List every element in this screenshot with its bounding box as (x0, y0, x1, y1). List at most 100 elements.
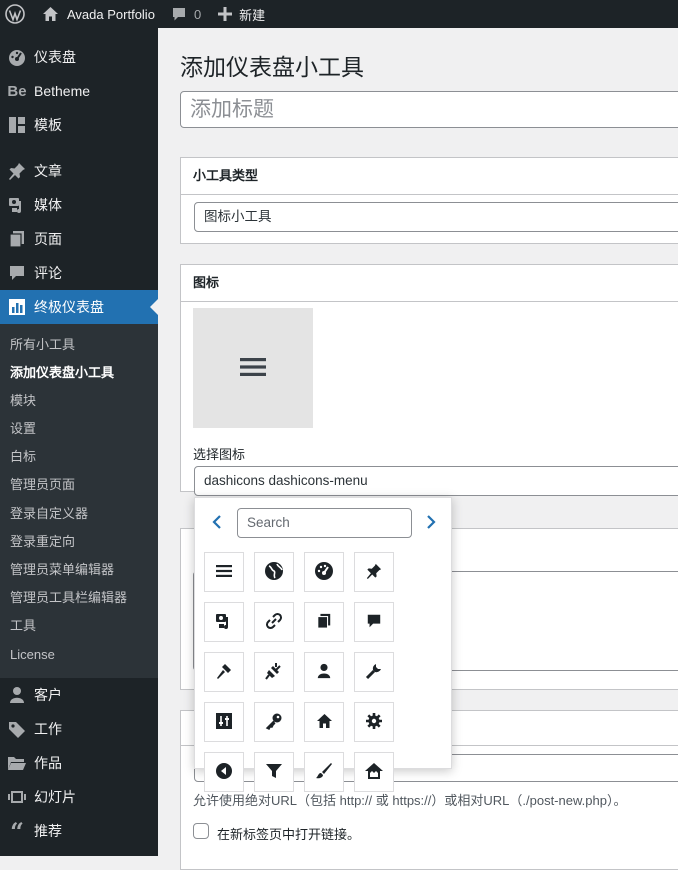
media-icon (7, 195, 27, 215)
wordpress-logo-button[interactable] (5, 0, 29, 28)
picker-cell-media[interactable] (204, 602, 244, 642)
new-label: 新建 (239, 7, 266, 23)
sidebar-item-label: 终极仪表盘 (34, 299, 104, 315)
sidebar-item-label: Betheme (34, 83, 91, 99)
picker-cell-plugins[interactable] (254, 652, 294, 692)
picker-cell-key[interactable] (254, 702, 294, 742)
picker-cell-home[interactable] (304, 702, 344, 742)
sidebar-item-dashboard[interactable]: 仪表盘 (0, 40, 158, 74)
globe-icon (264, 561, 284, 584)
comments-count: 0 (193, 6, 202, 22)
picker-cell-gear[interactable] (354, 702, 394, 742)
sidebar-item-portfolio[interactable]: 作品 (0, 746, 158, 780)
picker-cell-comment[interactable] (354, 602, 394, 642)
chevron-right-icon (426, 514, 436, 532)
icon-select-input[interactable]: dashicons dashicons-menu (194, 466, 678, 496)
submenu-item-admin-bar-editor[interactable]: 管理员工具栏编辑器 (10, 587, 127, 609)
sidebar-item-label: 仪表盘 (34, 49, 76, 65)
icon-box-heading: 图标 (181, 265, 678, 302)
site-name-link[interactable]: Avada Portfolio (42, 0, 155, 28)
picker-cell-dashboard[interactable] (304, 552, 344, 592)
submenu-item-settings[interactable]: 设置 (10, 418, 36, 440)
home-icon (316, 713, 333, 732)
comment-icon (366, 613, 382, 632)
select-icon-label: 选择图标 (193, 447, 246, 462)
admin-bar: Avada Portfolio 0 新建 (0, 0, 678, 28)
chevron-left-icon (212, 514, 222, 532)
picker-cell-filter[interactable] (254, 752, 294, 792)
key-icon (265, 712, 283, 733)
tag-icon (7, 719, 27, 739)
sidebar-item-ultimate-dashboard[interactable]: 终极仪表盘 (0, 290, 158, 324)
users-icon (316, 663, 332, 682)
comments-link[interactable]: 0 (171, 0, 201, 28)
new-tab-checkbox[interactable] (193, 823, 209, 839)
network-icon (364, 762, 384, 783)
submenu-item-add-widget[interactable]: 添加仪表盘小工具 (10, 362, 114, 384)
sidebar-item-posts[interactable]: 文章 (0, 154, 158, 188)
pages-icon (7, 229, 27, 249)
submenu-item-all-widgets[interactable]: 所有小工具 (10, 334, 75, 356)
pin-icon (366, 563, 382, 582)
sidebar-item-media[interactable]: 媒体 (0, 188, 158, 222)
picker-cell-link[interactable] (254, 602, 294, 642)
plus-icon (218, 7, 233, 21)
title-input[interactable]: 添加标题 (180, 91, 678, 128)
picker-cell-network[interactable] (354, 752, 394, 792)
icon-picker-popup: Search (194, 497, 452, 792)
plugins-icon (265, 662, 283, 683)
picker-prev-button[interactable] (208, 514, 226, 532)
comment-icon (7, 263, 27, 283)
sidebar-item-betheme[interactable]: Be Betheme (0, 74, 158, 108)
tools-icon (365, 662, 383, 683)
picker-cell-menu[interactable] (204, 552, 244, 592)
link-icon (264, 611, 284, 634)
picker-cell-appearance[interactable] (204, 652, 244, 692)
picker-cell-tools[interactable] (354, 652, 394, 692)
submenu: 所有小工具 添加仪表盘小工具 模块 设置 白标 管理员页面 登录自定义器 登录重… (0, 324, 158, 678)
sidebar-item-templates[interactable]: 模板 (0, 108, 158, 142)
submenu-item-modules[interactable]: 模块 (10, 390, 36, 412)
sidebar-item-jobs[interactable]: 工作 (0, 712, 158, 746)
sidebar-item-comments[interactable]: 评论 (0, 256, 158, 290)
person-icon (7, 685, 27, 705)
widget-type-select[interactable]: 图标小工具 (194, 202, 678, 232)
picker-cell-settings[interactable] (204, 702, 244, 742)
submenu-item-admin-pages[interactable]: 管理员页面 (10, 474, 75, 496)
picker-next-button[interactable] (422, 514, 440, 532)
folder-icon (7, 753, 27, 773)
sidebar-item-label: 客户 (34, 687, 62, 703)
settings-icon (216, 712, 232, 732)
submenu-item-license[interactable]: License (10, 644, 55, 666)
picker-cell-back[interactable] (204, 752, 244, 792)
template-icon (7, 115, 27, 135)
page-title: 添加仪表盘小工具 (180, 54, 364, 80)
sidebar-item-testimonials[interactable]: “ 推荐 (0, 814, 158, 848)
sidebar-item-clients[interactable]: 客户 (0, 678, 158, 712)
picker-cell-pin[interactable] (354, 552, 394, 592)
new-content-link[interactable]: 新建 (218, 0, 265, 28)
submenu-item-white-label[interactable]: 白标 (10, 446, 36, 468)
picker-cell-brush[interactable] (304, 752, 344, 792)
menu-icon (240, 357, 266, 380)
sidebar-item-slides[interactable]: 幻灯片 (0, 780, 158, 814)
picker-cell-pages[interactable] (304, 602, 344, 642)
brush-icon (315, 762, 333, 783)
sidebar-item-label: 幻灯片 (34, 789, 76, 805)
submenu-item-tools[interactable]: 工具 (10, 615, 36, 637)
back-icon (215, 762, 233, 783)
submenu-item-login-customizer[interactable]: 登录自定义器 (10, 503, 88, 525)
sidebar-item-label: 工作 (34, 721, 62, 737)
submenu-item-admin-menu-editor[interactable]: 管理员菜单编辑器 (10, 559, 114, 581)
widget-type-box: 小工具类型 图标小工具 (180, 157, 678, 244)
submenu-item-login-redirect[interactable]: 登录重定向 (10, 531, 75, 553)
quote-icon: “ (10, 816, 24, 846)
picker-cell-users[interactable] (304, 652, 344, 692)
picker-search-input[interactable]: Search (237, 508, 412, 538)
betheme-icon: Be (7, 82, 27, 100)
dashboard-icon (7, 47, 27, 67)
picker-cell-globe[interactable] (254, 552, 294, 592)
new-tab-label: 在新标签页中打开链接。 (217, 827, 361, 842)
media-icon (215, 612, 233, 633)
sidebar-item-pages[interactable]: 页面 (0, 222, 158, 256)
